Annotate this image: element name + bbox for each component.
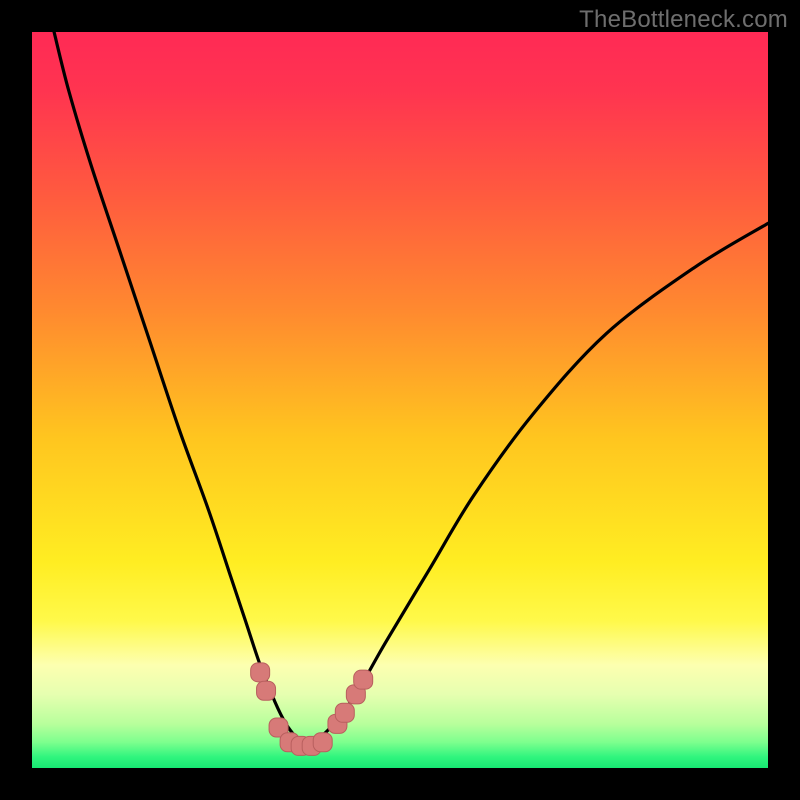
gradient-background bbox=[32, 32, 768, 768]
curve-marker bbox=[354, 670, 373, 689]
curve-marker bbox=[257, 681, 276, 700]
curve-marker bbox=[335, 703, 354, 722]
plot-area bbox=[32, 32, 768, 768]
curve-marker bbox=[313, 733, 332, 752]
chart-frame: TheBottleneck.com bbox=[0, 0, 800, 800]
bottleneck-chart bbox=[32, 32, 768, 768]
watermark-text: TheBottleneck.com bbox=[579, 6, 788, 34]
curve-marker bbox=[251, 663, 270, 682]
